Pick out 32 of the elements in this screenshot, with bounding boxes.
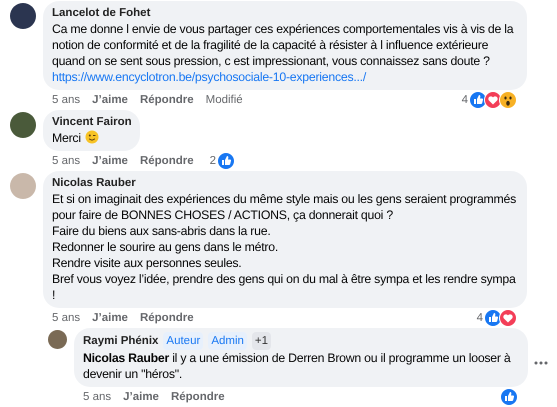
edited-label: Modifié [206,94,243,106]
like-link[interactable]: J’aime [92,155,128,167]
author-badge: Admin [208,332,247,350]
reply-link[interactable]: Répondre [140,155,194,167]
comment-text: Nicolas Rauber il y a une émission de Derren Brown ou il programme un looser à devenir un "héros". [83,350,512,382]
like-link[interactable]: J’aime [92,312,128,324]
comment-time[interactable]: 5 ans [52,155,80,167]
author-name[interactable]: Vincent Fairon [52,114,132,130]
avatar[interactable] [48,330,67,349]
comment-time[interactable]: 5 ans [83,391,112,403]
comment-time[interactable]: 5 ans [52,312,80,324]
like-link[interactable]: J’aime [123,391,159,403]
author-name[interactable]: Lancelot de Fohet [52,5,150,21]
reaction-count[interactable]: 2 [210,155,216,167]
avatar[interactable] [10,3,36,29]
author-badge: Auteur [163,332,204,350]
avatar[interactable] [10,112,36,138]
reply-link[interactable]: Répondre [170,391,225,403]
like-link[interactable]: J’aime [92,94,128,106]
comment-link[interactable]: https://www.encyclotron.be/psychosociale-10-experiences.../ [52,69,519,85]
comment-time[interactable]: 5 ans [52,94,80,106]
author-name[interactable]: Nicolas Rauber [52,175,136,191]
more-options-icon[interactable] [534,360,548,364]
reply-link[interactable]: Répondre [140,312,194,324]
comment-text: Merci [52,130,132,146]
reaction-count[interactable]: 4 [476,312,483,324]
reaction-count[interactable]: 4 [462,94,468,106]
author-name[interactable]: Raymi Phénix [83,333,158,349]
comment-text: Ca me donne l envie de vous partager ces expériences comportementales vis à vis de la notion de conformité et de la fragilité de la capacité à résister à l influence extérieure quand on se sent sous pression, c est impressionant, vous connaissez sans doute ? [52,21,515,69]
comment-text: Et si on imaginait des expériences du même style mais ou les gens seraient programmés pour faire de BONNES CHOSES / ACTIONS, ça donnerait quoi ? Faire du biens aux sans-abris dans la rue. Redonner le sourire au gens dans le métro. Rendre visite aux personnes seules. Bref vous voyez l’idée, prendre des gens qui on du mal à être sympa et les rendre sympa ! [52,191,518,303]
author-badge: +1 [252,332,272,350]
reply-link[interactable]: Répondre [140,94,194,106]
